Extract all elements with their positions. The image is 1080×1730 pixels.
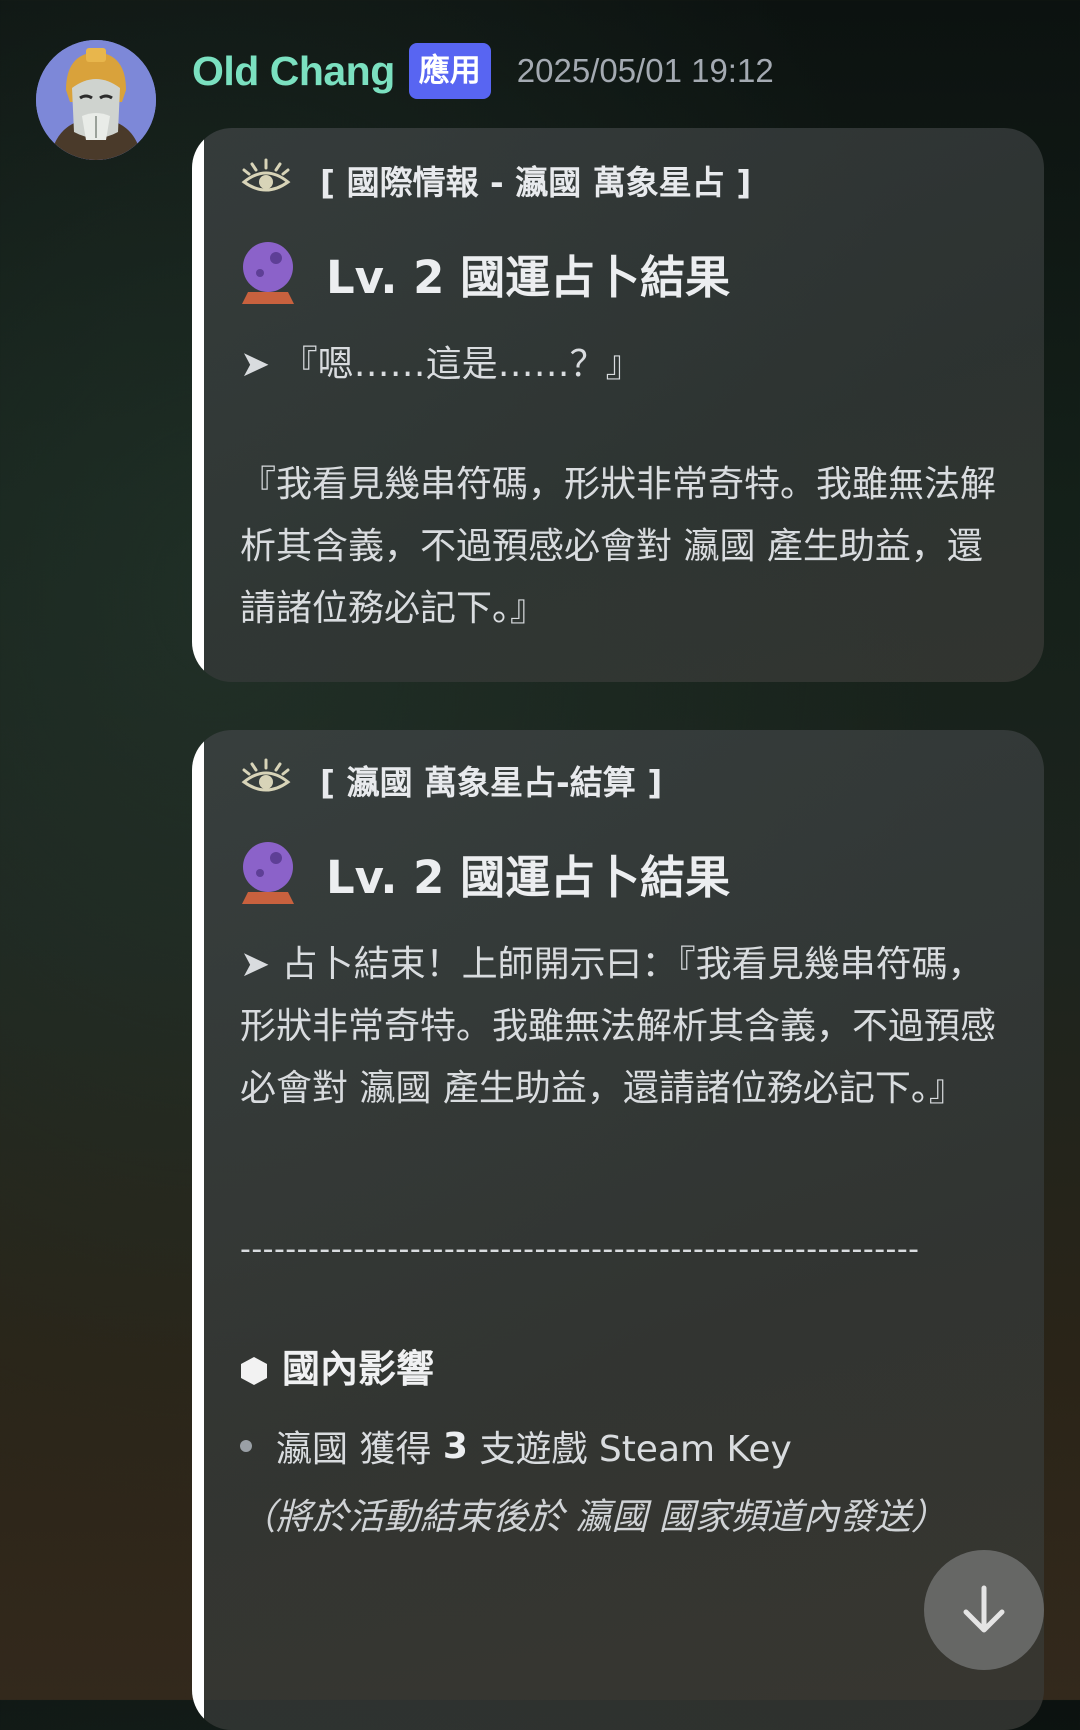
embed-author-text: [ 國際情報 - 瀛國 萬象星占 ] [320,163,752,202]
username[interactable]: Old Chang [192,48,395,95]
description-line: ➤ 『嗯……這是……？』 [240,344,642,385]
divider-line: ----------------------------------------… [240,1232,920,1267]
bullet-icon [240,1440,252,1452]
avatar[interactable] [36,40,156,160]
timestamp: 2025/05/01 19:12 [516,52,774,89]
embed-card: [ 國際情報 - 瀛國 萬象星占 ] Lv. 2 國運占卜結果 ➤ 『嗯……這是… [192,128,1044,682]
section-heading: 國內影響 [240,1338,434,1393]
scroll-to-bottom-button[interactable] [924,1550,1044,1670]
message-header: Old Chang 應用 2025/05/01 19:12 [192,40,774,102]
embed-author-text: [ 瀛國 萬象星占-結算 ] [320,763,663,802]
crystal-ball-icon [240,840,296,906]
embed-description: ➤ 占卜結束！上師開示曰：『我看見幾串符碼，形狀非常奇特。我雖無法解析其含義，不… [240,934,1000,1120]
list-item: 瀛國 獲得 3 支遊戲 Steam Key [240,1420,792,1472]
description-line: 『我看見幾串符碼，形狀非常奇特。我雖無法解析其含義，不過預感必會對 瀛國 產生助… [240,464,997,629]
list-item-prefix: 瀛國 獲得 [276,1429,443,1470]
embed-description: ➤ 『嗯……這是……？』 『我看見幾串符碼，形狀非常奇特。我雖無法解析其含義，不… [240,334,1000,640]
note-text: （將於活動結束後於 瀛國 國家頻道內發送） [240,1497,947,1538]
embed-author: [ 瀛國 萬象星占-結算 ] [240,756,662,804]
eye-icon [240,758,292,802]
section-heading-text: 國內影響 [282,1347,435,1391]
crystal-ball-icon [240,240,296,306]
list-item-suffix: 支遊戲 Steam Key [467,1429,792,1470]
description-line: ➤ 占卜結束！上師開示曰：『我看見幾串符碼，形狀非常奇特。我雖無法解析其含義，不… [240,944,997,1109]
embed-title: Lv. 2 國運占卜結果 [240,840,730,906]
arrow-down-icon [963,1585,1005,1633]
embed-title-text: Lv. 2 國運占卜結果 [326,850,731,904]
hexagon-icon [240,1351,268,1385]
embed-card: [ 瀛國 萬象星占-結算 ] Lv. 2 國運占卜結果 ➤ 占卜結束！上師開示曰… [192,730,1044,1730]
app-badge: 應用 [408,43,491,99]
description-spacer [240,396,1000,454]
list-item-count: 3 [442,1425,468,1467]
embed-author: [ 國際情報 - 瀛國 萬象星占 ] [240,156,751,204]
embed-title: Lv. 2 國運占卜結果 [240,240,730,306]
avatar-image [36,40,156,160]
eye-icon [240,158,292,202]
embed-title-text: Lv. 2 國運占卜結果 [326,250,731,304]
